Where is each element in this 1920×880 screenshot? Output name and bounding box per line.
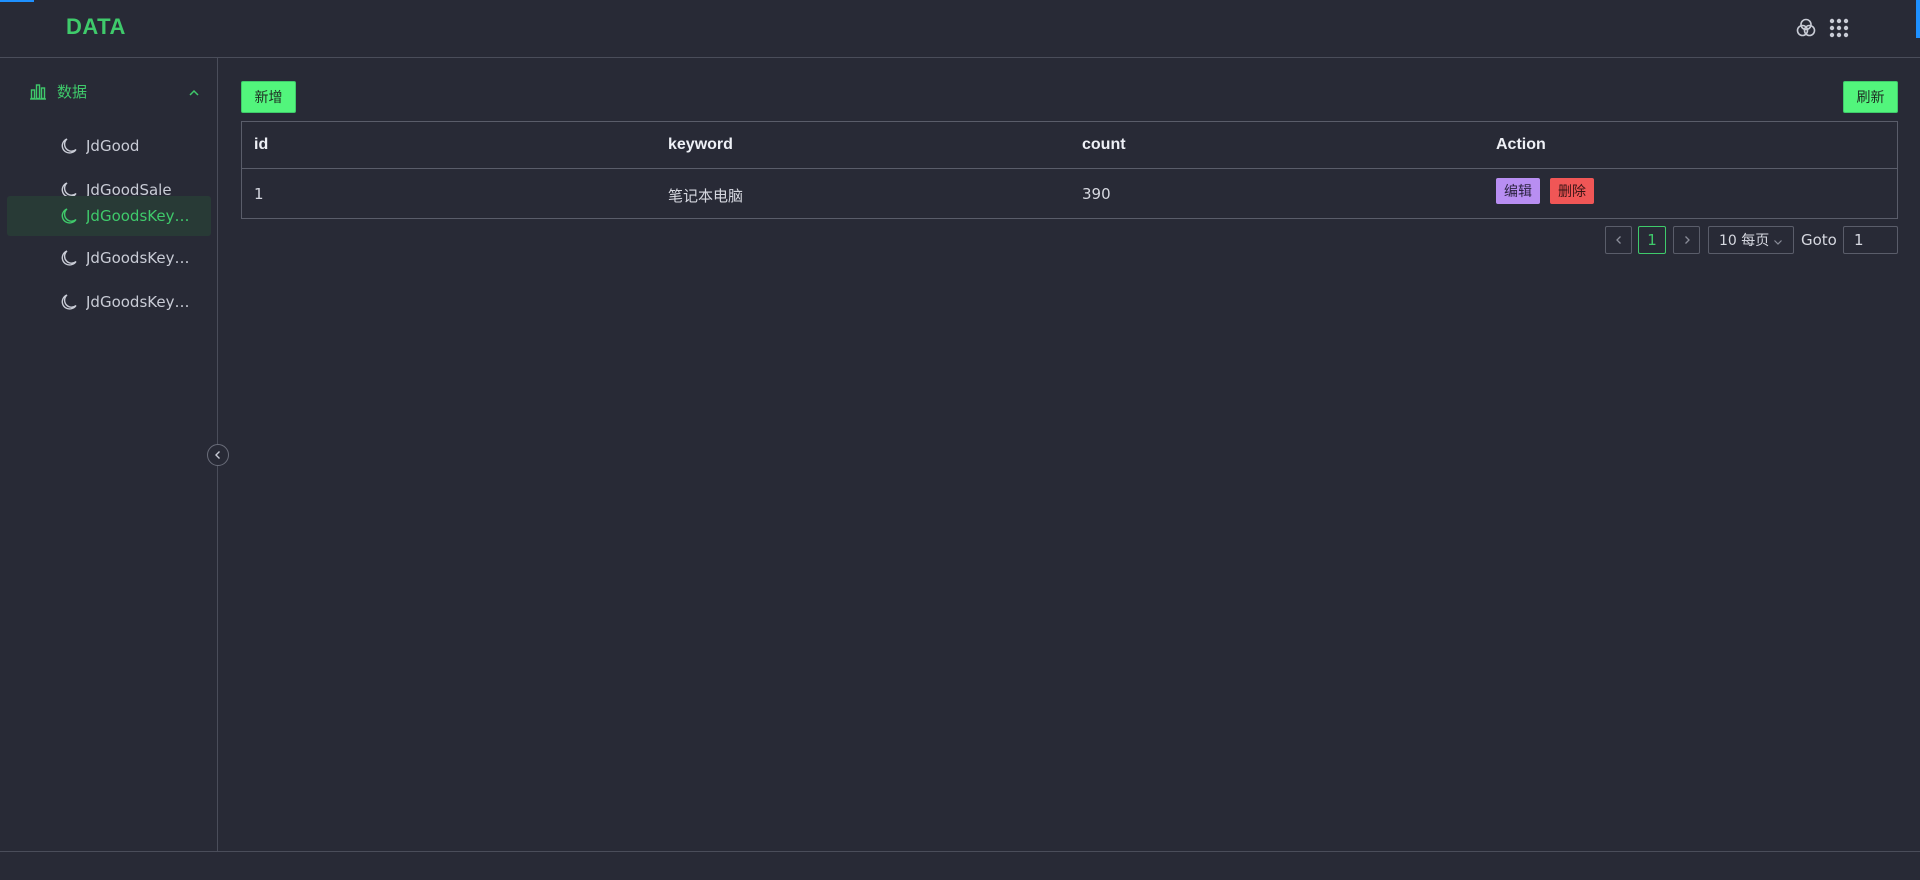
moon-icon — [60, 249, 78, 267]
sidebar-item-jdgoodskeyword-3[interactable]: JdGoodsKeyw... — [7, 282, 211, 322]
sidebar-item-jdgoodskeyword-active[interactable]: JdGoodsKeyw... — [7, 196, 211, 236]
page-size-select[interactable]: 10 每页 — [1708, 226, 1794, 254]
sidebar-item-label: JdGoodsKeyw... — [86, 207, 198, 225]
table-header: id keyword count Action — [242, 122, 1897, 169]
menu-group-label: 数据 — [57, 82, 88, 101]
data-table: id keyword count Action 1 笔记本电脑 390 编辑 删… — [241, 121, 1898, 219]
app-logo: DATA — [66, 14, 126, 39]
page-number-current[interactable]: 1 — [1638, 226, 1666, 254]
chevron-up-icon — [188, 85, 200, 97]
sidebar-item-jdgoodskeyword-2[interactable]: JdGoodsKeyw... — [7, 238, 211, 278]
delete-button[interactable]: 删除 — [1550, 178, 1594, 204]
sidebar: 数据 JdGood JdGoodSale JdGoodsKeyw... JdGo… — [0, 58, 218, 851]
chevron-right-icon — [1682, 231, 1692, 249]
refresh-button[interactable]: 刷新 — [1843, 81, 1898, 113]
moon-icon — [60, 207, 78, 225]
next-page-button[interactable] — [1673, 226, 1700, 254]
cell-actions: 编辑 删除 — [1496, 178, 1594, 204]
cell-count: 390 — [1082, 185, 1111, 203]
edit-button[interactable]: 编辑 — [1496, 178, 1540, 204]
chevron-left-icon — [1614, 231, 1624, 249]
bar-chart-icon — [29, 82, 47, 100]
column-header-count: count — [1082, 136, 1126, 153]
theme-icon[interactable] — [1794, 16, 1818, 40]
cell-id: 1 — [254, 185, 264, 203]
sidebar-collapse-button[interactable] — [207, 444, 229, 466]
menu-group-data[interactable]: 数据 — [0, 70, 217, 112]
sidebar-item-label: JdGoodsKeyw... — [86, 249, 198, 267]
prev-page-button[interactable] — [1605, 226, 1632, 254]
sidebar-item-label: JdGoodsKeyw... — [86, 293, 198, 311]
page-size-value: 10 每页 — [1719, 233, 1770, 249]
add-button[interactable]: 新增 — [241, 81, 296, 113]
table-row: 1 笔记本电脑 390 编辑 删除 — [242, 169, 1897, 218]
column-header-keyword: keyword — [668, 136, 733, 153]
header: DATA — [0, 1, 1920, 58]
moon-icon — [60, 137, 78, 155]
footer — [0, 851, 1920, 880]
column-header-action: Action — [1496, 136, 1546, 153]
chevron-down-icon — [1773, 235, 1783, 245]
goto-page-input[interactable] — [1843, 226, 1898, 254]
sidebar-item-jdgood[interactable]: JdGood — [7, 126, 211, 166]
goto-label: Goto — [1801, 231, 1837, 249]
sidebar-item-label: JdGood — [86, 137, 140, 155]
column-header-id: id — [254, 136, 269, 153]
cell-keyword: 笔记本电脑 — [668, 187, 744, 205]
apps-grid-icon[interactable] — [1827, 16, 1851, 40]
chevron-left-icon — [213, 446, 223, 464]
moon-icon — [60, 293, 78, 311]
